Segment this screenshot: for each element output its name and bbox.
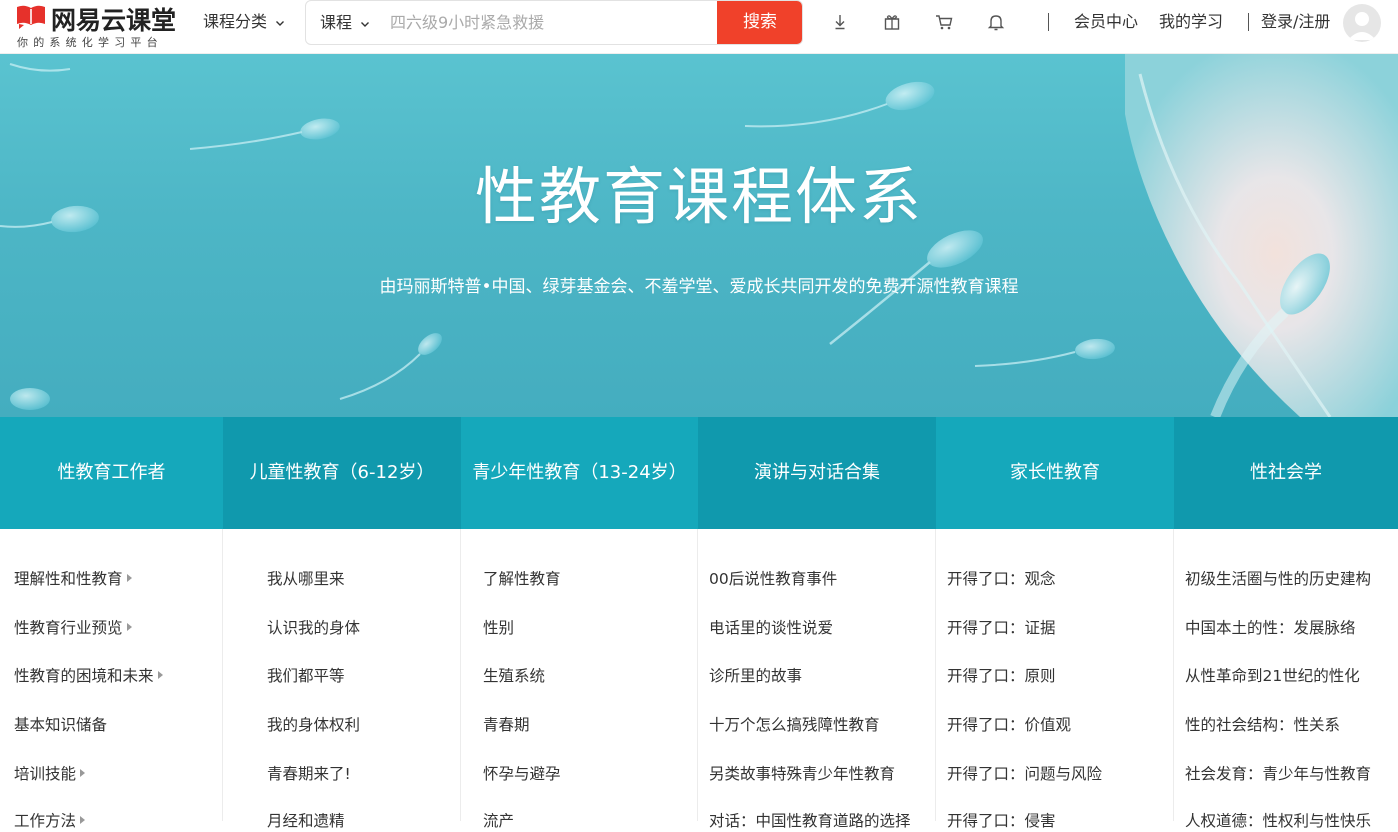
list-item[interactable]: 人权道德：性权利与性快乐 [1185,810,1371,832]
list-item[interactable]: 月经和遗精 [267,810,345,832]
header-divider [1048,13,1049,31]
search-button[interactable]: 搜索 [717,1,802,44]
caret-right-icon [126,622,132,631]
column-sociology: 初级生活圈与性的历史建构 中国本土的性：发展脉络 从性革命到21世纪的性化 性的… [1174,529,1398,830]
course-category-tabs: 性教育工作者 儿童性教育（6-12岁） 青少年性教育（13-24岁） 演讲与对话… [0,417,1398,529]
list-item[interactable]: 生殖系统 [483,665,545,687]
list-item-label: 工作方法 [14,812,77,830]
list-item[interactable]: 流产 [483,810,514,832]
list-item[interactable]: 怀孕与避孕 [483,763,561,785]
tab-educators[interactable]: 性教育工作者 [0,417,223,529]
banner-subtitle: 由玛丽斯特普•中国、绿芽基金会、不羞学堂、爱成长共同开发的免费开源性教育课程 [379,277,1019,297]
search-bar: 课程 搜索 [305,0,803,45]
search-input[interactable] [390,1,710,44]
logo-slogan: 你的系统化学习平台 [17,36,163,49]
tab-teenagers[interactable]: 青少年性教育（13-24岁） [461,417,698,529]
list-item[interactable]: 我的身体权利 [267,714,360,736]
download-icon[interactable] [830,12,850,32]
list-item[interactable]: 性教育的困境和未来 [14,665,163,687]
top-header: 网易云课堂 你的系统化学习平台 课程分类 课程 搜索 会员中心 我的学习 登录/… [0,0,1398,54]
list-item[interactable]: 诊所里的故事 [709,665,802,687]
header-divider [1248,13,1249,31]
logo-name: 网易云课堂 [51,6,177,35]
list-item[interactable]: 我从哪里来 [267,568,345,590]
caret-right-icon [126,573,132,582]
list-item[interactable]: 对话：中国性教育道路的选择 [709,810,911,832]
list-item[interactable]: 初级生活圈与性的历史建构 [1185,568,1371,590]
list-item[interactable]: 开得了口：证据 [947,617,1056,639]
tab-children[interactable]: 儿童性教育（6-12岁） [223,417,461,529]
tab-sociology[interactable]: 性社会学 [1174,417,1398,529]
list-item[interactable]: 00后说性教育事件 [709,568,837,590]
caret-right-icon [157,670,163,679]
list-item-label: 基本知识储备 [14,716,108,734]
chevron-down-icon [276,20,285,26]
list-item[interactable]: 社会发育：青少年与性教育 [1185,763,1371,785]
list-item[interactable]: 青春期 [483,714,530,736]
list-item[interactable]: 十万个怎么搞残障性教育 [709,714,880,736]
list-item[interactable]: 性教育行业预览 [14,617,132,639]
course-category-dropdown[interactable]: 课程分类 [203,11,285,33]
list-item[interactable]: 开得了口：观念 [947,568,1056,590]
column-children: 我从哪里来 认识我的身体 我们都平等 我的身体权利 青春期来了! 月经和遗精 [223,529,461,830]
list-item[interactable]: 开得了口：原则 [947,665,1056,687]
member-center-link[interactable]: 会员中心 [1074,11,1138,33]
course-columns: 理解性和性教育 性教育行业预览 性教育的困境和未来 基本知识储备 培训技能 工作… [0,529,1398,830]
column-speeches: 00后说性教育事件 电话里的谈性说爱 诊所里的故事 十万个怎么搞残障性教育 另类… [698,529,936,830]
list-item[interactable]: 青春期来了! [267,763,351,785]
list-item-label: 性教育的困境和未来 [14,667,154,685]
list-item[interactable]: 性的社会结构：性关系 [1185,714,1340,736]
login-register-link[interactable]: 登录/注册 [1261,11,1330,33]
list-item[interactable]: 从性革命到21世纪的性化 [1185,665,1360,687]
list-item-label: 培训技能 [14,765,77,783]
search-type-dropdown[interactable]: 课程 [320,1,370,44]
list-item[interactable]: 中国本土的性：发展脉络 [1185,617,1356,639]
list-item[interactable]: 电话里的谈性说爱 [709,617,833,639]
list-item[interactable]: 开得了口：问题与风险 [947,763,1102,785]
gift-icon[interactable] [882,12,902,32]
caret-right-icon [80,815,86,824]
list-item[interactable]: 另类故事特殊青少年性教育 [709,763,895,785]
list-item[interactable]: 基本知识储备 [14,714,107,736]
list-item[interactable]: 理解性和性教育 [14,568,132,590]
bell-icon[interactable] [986,12,1006,32]
chevron-down-icon [361,21,370,27]
list-item[interactable]: 工作方法 [14,810,86,832]
column-educators: 理解性和性教育 性教育行业预览 性教育的困境和未来 基本知识储备 培训技能 工作… [0,529,223,830]
column-parents: 开得了口：观念 开得了口：证据 开得了口：原则 开得了口：价值观 开得了口：问题… [936,529,1174,830]
list-item[interactable]: 开得了口：侵害 [947,810,1056,832]
user-avatar-icon [1348,12,1376,40]
list-item[interactable]: 开得了口：价值观 [947,714,1071,736]
course-category-label: 课程分类 [203,12,268,31]
list-item-label: 理解性和性教育 [14,570,123,588]
tab-speeches[interactable]: 演讲与对话合集 [698,417,936,529]
search-type-label: 课程 [320,13,353,32]
column-teenagers: 了解性教育 性别 生殖系统 青春期 怀孕与避孕 流产 [461,529,698,830]
banner-title: 性教育课程体系 [474,160,923,233]
caret-right-icon [80,768,86,777]
site-logo[interactable]: 网易云课堂 你的系统化学习平台 [15,2,180,50]
list-item[interactable]: 我们都平等 [267,665,345,687]
list-item[interactable]: 了解性教育 [483,568,561,590]
list-item[interactable]: 认识我的身体 [267,617,360,639]
list-item-label: 性教育行业预览 [14,619,123,637]
cart-icon[interactable] [934,12,954,32]
logo-book-icon [17,5,45,29]
tab-parents[interactable]: 家长性教育 [936,417,1174,529]
hero-banner: 性教育课程体系 由玛丽斯特普•中国、绿芽基金会、不羞学堂、爱成长共同开发的免费开… [0,54,1398,417]
avatar[interactable] [1343,4,1381,42]
list-item[interactable]: 培训技能 [14,763,86,785]
my-learning-link[interactable]: 我的学习 [1159,11,1223,33]
list-item[interactable]: 性别 [483,617,514,639]
